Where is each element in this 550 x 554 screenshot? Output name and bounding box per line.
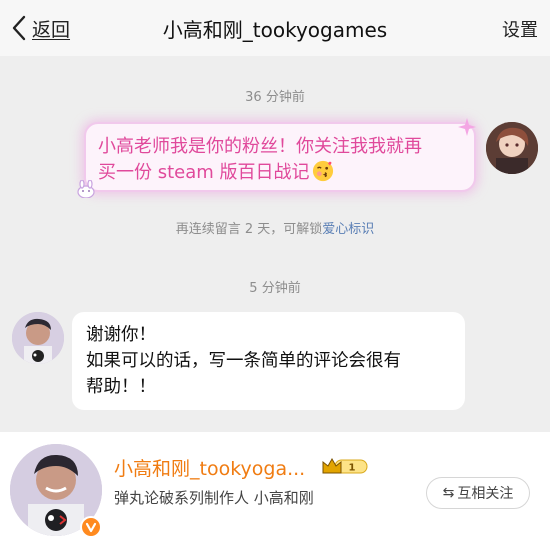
profile-name[interactable]: 小高和刚_tookyoga... [114,454,305,481]
message-text: 买一份 steam 版百日战记 [98,162,310,183]
sparkle-decoration-icon [458,118,476,136]
verified-badge-icon [80,516,102,538]
message-text: 如果可以的话，写一条简单的评论会很有 [86,351,401,371]
avatar-illustration [486,122,538,174]
level-number: 1 [349,463,356,474]
bunny-decoration-icon [77,180,95,198]
sent-message-bubble[interactable]: 小高老师我是你的粉丝！你关注我我就再 买一份 steam 版百日战记 [84,122,476,192]
timestamp: 36 分钟前 [245,90,305,105]
message-text: 谢谢你！ [86,325,156,345]
follow-label: 互相关注 [457,486,514,502]
my-avatar[interactable] [486,122,538,174]
crown-level-badge-icon: 1 [322,457,368,474]
settings-button[interactable]: 设置 [502,16,538,42]
contact-avatar[interactable] [12,312,64,364]
swap-arrows-icon: ⇆ [442,485,455,501]
kiss-face-emoji-icon [312,160,333,182]
timestamp: 5 分钟前 [249,281,301,296]
streak-hint: 再连续留言 2 天，可解锁爱心标识 [0,218,550,237]
avatar-illustration [12,312,64,364]
message-text: 小高老师我是你的粉丝！你关注我我就再 [98,136,422,157]
navigation-bar: 返回 小高和刚_tookyogames 设置 [0,0,550,56]
message-text: 帮助！！ [86,377,156,397]
profile-description: 弹丸论破系列制作人 小高和刚 [114,489,314,507]
mutual-follow-button[interactable]: ⇆ 互相关注 [426,477,530,509]
streak-hint-text: 再连续留言 2 天，可解锁 [175,222,323,237]
page-title: 小高和刚_tookyogames [162,18,388,42]
message-text-line2: 买一份 steam 版百日战记 [98,160,462,186]
received-message-bubble[interactable]: 谢谢你！ 如果可以的话，写一条简单的评论会很有 帮助！！ [72,312,465,410]
heart-badge-link[interactable]: 爱心标识 [322,222,374,237]
